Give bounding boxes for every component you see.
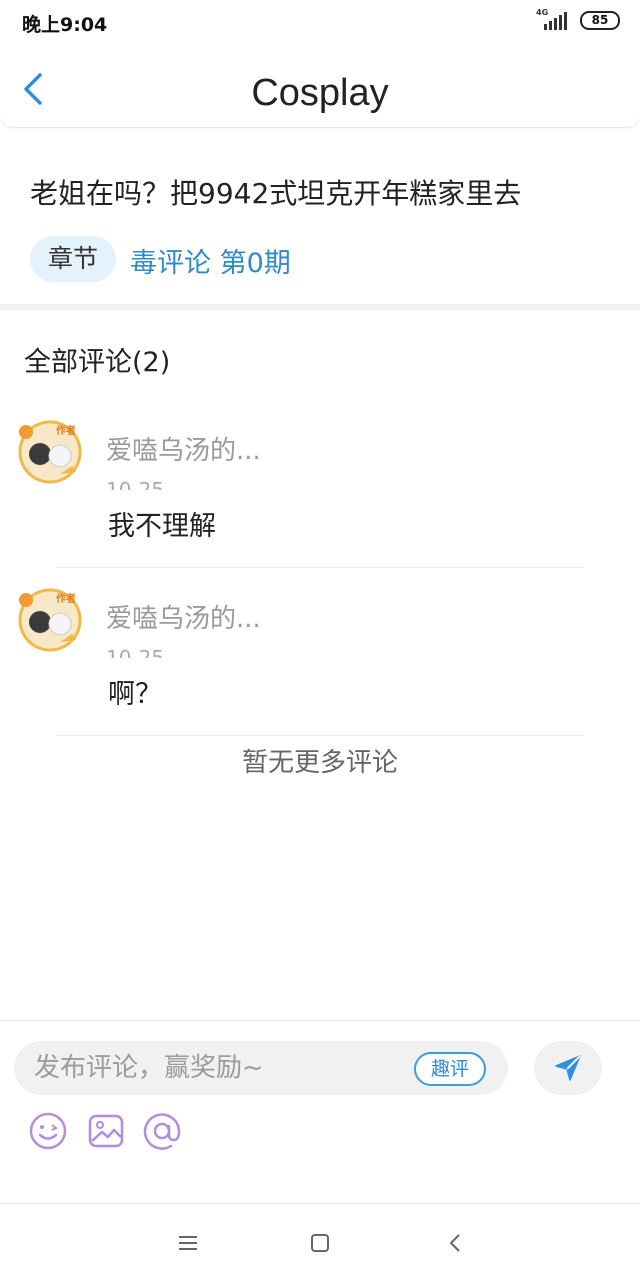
menu-icon [179,1236,197,1250]
author-badge: 作者 [56,426,76,437]
send-button[interactable] [534,1041,602,1095]
comment-time-clip: 10-25 [106,476,226,490]
post-title: 老姐在吗？把9942式坦克开年糕家里去 [30,177,522,210]
comment-time: 10-25 [106,478,165,490]
comment-item[interactable]: 作者 爱嗑乌汤的... 10-25 我不理解 [0,400,640,568]
comment-composer: 趣评 [0,1020,640,1204]
status-indicators: 4G 85 [536,8,620,30]
signal-icon: 4G [536,8,570,30]
comment-time: 10-25 [106,646,165,658]
section-divider [0,304,640,310]
quping-button[interactable]: 趣评 [414,1052,486,1086]
author-badge: 作者 [56,594,76,605]
emoji-icon [29,1112,67,1150]
battery-level: 85 [591,12,609,27]
comment-text: 我不理解 [108,511,216,542]
nav-back-button[interactable] [440,1228,470,1258]
emoji-button[interactable] [26,1109,70,1153]
mention-icon [143,1113,181,1150]
network-label: 4G [536,8,549,17]
send-icon [555,1055,581,1081]
chapter-link[interactable]: 毒评论 第0期 [130,241,291,280]
nav-home-button[interactable] [305,1228,335,1258]
avatar[interactable]: 作者 [16,416,84,484]
page-title: Cosplay [251,72,389,114]
comment-time-clip: 10-25 [106,644,226,658]
status-time: 晚上9:04 [22,14,108,36]
back-chevron-icon [450,1234,460,1252]
avatar[interactable]: 作者 [16,584,84,652]
image-button[interactable] [84,1109,128,1153]
top-app-bar: Cosplay [0,44,640,128]
comment-text: 啊？ [108,679,162,710]
post-summary: 老姐在吗？把9942式坦克开年糕家里去 章节 毒评论 第0期 [0,128,640,306]
chapter-tag: 章节 [30,236,116,282]
nav-menu-button[interactable] [173,1228,203,1258]
system-nav-bar [0,1204,640,1280]
comment-divider [56,735,584,736]
no-more-comments: 暂无更多评论 [241,748,398,778]
image-icon [88,1114,124,1148]
home-square-icon [311,1234,329,1252]
mention-button[interactable] [140,1109,184,1153]
status-bar: 晚上9:04 4G 85 [0,0,640,44]
comment-author[interactable]: 爱嗑乌汤的... [106,430,261,467]
battery-icon: 85 [580,10,620,30]
comment-item[interactable]: 作者 爱嗑乌汤的... 10-25 啊？ [0,568,640,736]
comments-heading: 全部评论(2) [24,347,171,378]
comment-author[interactable]: 爱嗑乌汤的... [106,598,261,635]
